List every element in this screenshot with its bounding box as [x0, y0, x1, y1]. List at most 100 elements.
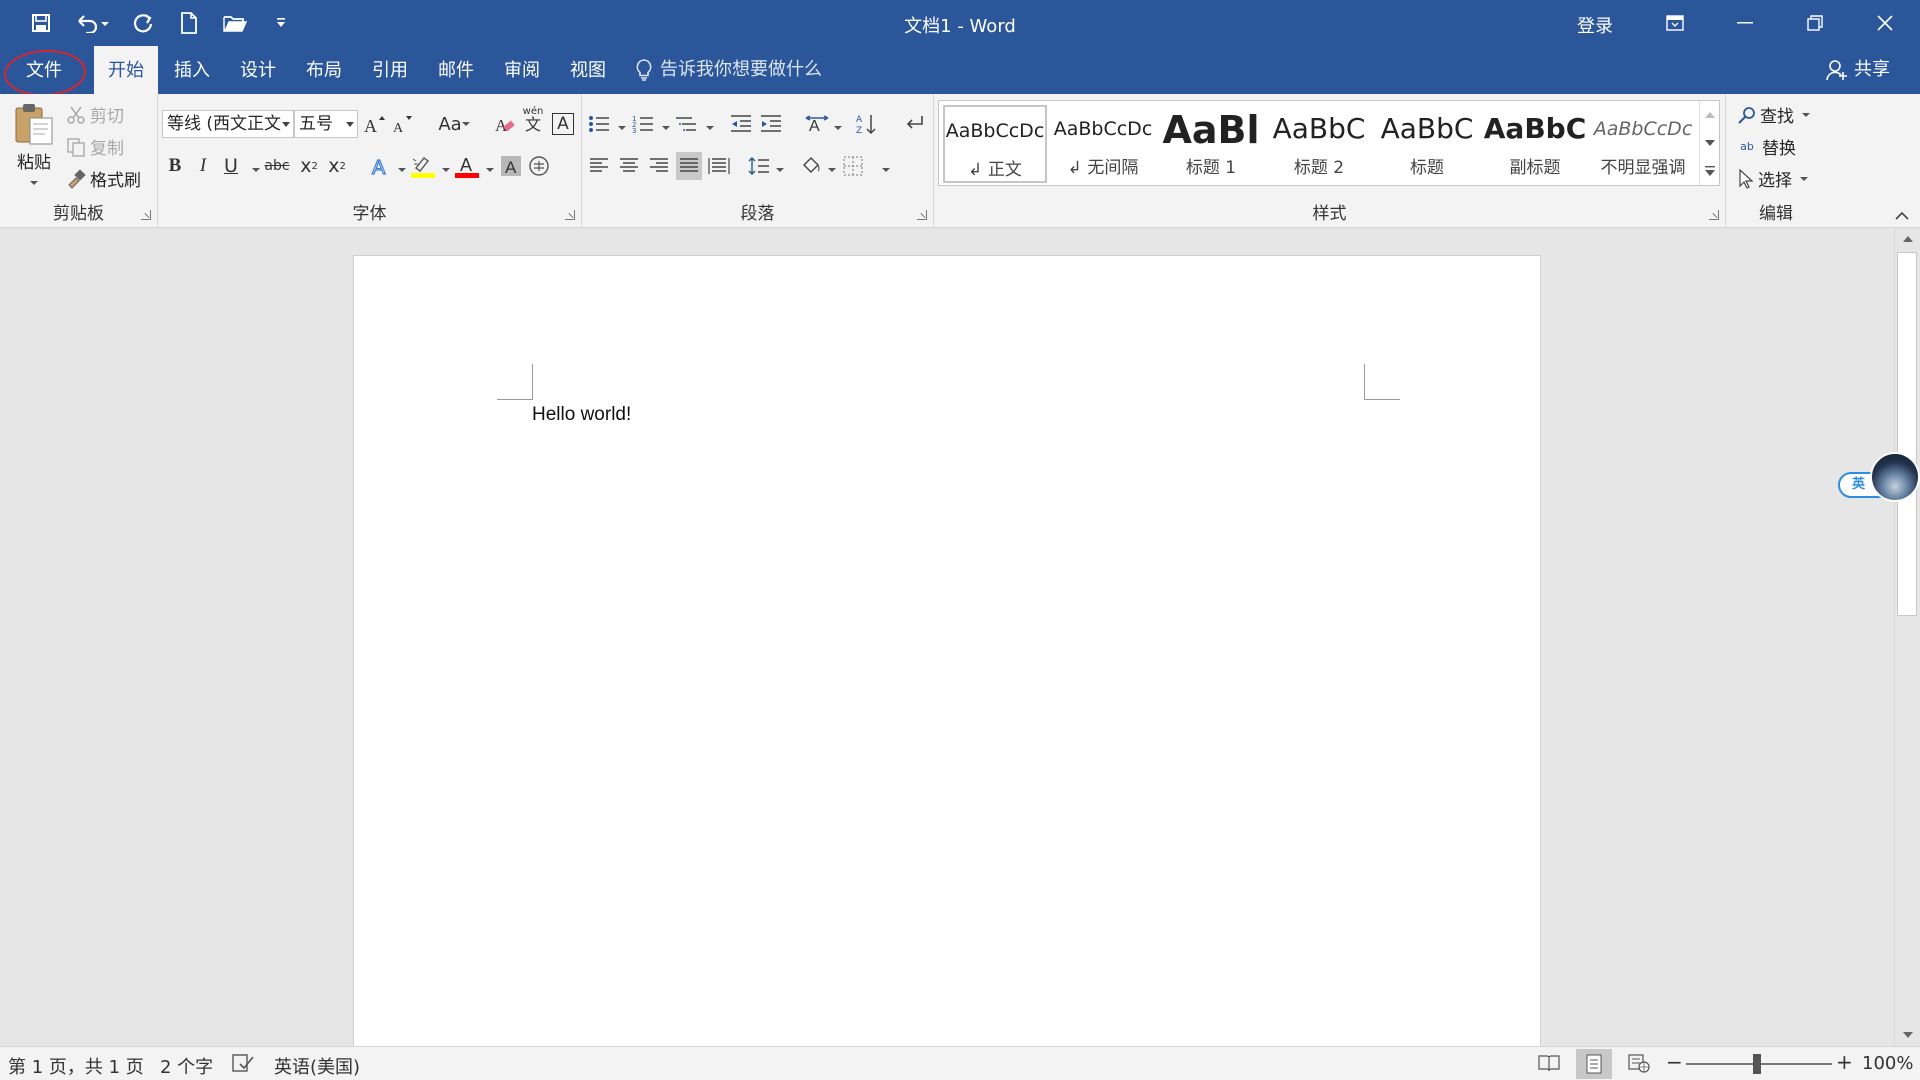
- tab-design[interactable]: 设计: [234, 46, 282, 94]
- zoom-level[interactable]: 100%: [1862, 1053, 1913, 1074]
- document-page[interactable]: Hello world!: [353, 255, 1541, 1055]
- multilevel-dropdown-icon[interactable]: [706, 126, 714, 130]
- tab-insert[interactable]: 插入: [168, 46, 216, 94]
- zoom-in-button[interactable]: +: [1836, 1050, 1853, 1074]
- vertical-scrollbar[interactable]: [1894, 228, 1920, 1046]
- zoom-out-button[interactable]: −: [1666, 1050, 1683, 1074]
- change-case-dropdown-icon[interactable]: [462, 122, 470, 126]
- align-center-icon[interactable]: [616, 152, 642, 180]
- italic-button[interactable]: I: [190, 152, 216, 180]
- style-title[interactable]: AaBbC 标题: [1375, 105, 1479, 183]
- bold-button[interactable]: B: [162, 152, 188, 180]
- gallery-more-icon[interactable]: [1700, 157, 1719, 185]
- collapse-ribbon-icon[interactable]: [1890, 206, 1914, 226]
- paragraph-dialog-launcher-icon[interactable]: [917, 210, 927, 220]
- new-document-icon[interactable]: [174, 10, 204, 36]
- font-size-dropdown-icon[interactable]: [346, 122, 354, 127]
- font-name-dropdown-icon[interactable]: [282, 122, 290, 127]
- line-spacing-dropdown-icon[interactable]: [776, 168, 784, 172]
- login-link[interactable]: 登录: [1577, 12, 1613, 38]
- print-layout-icon[interactable]: [1576, 1049, 1612, 1079]
- minimize-icon[interactable]: [1710, 0, 1780, 46]
- style-normal[interactable]: AaBbCcDc ↲ 正文: [943, 105, 1047, 183]
- shading-icon[interactable]: [798, 152, 824, 180]
- proofing-icon[interactable]: [232, 1054, 254, 1074]
- gallery-up-icon[interactable]: [1700, 101, 1719, 129]
- show-hide-marks-icon[interactable]: [900, 110, 926, 138]
- align-left-icon[interactable]: [586, 152, 612, 180]
- select-button[interactable]: 选择: [1738, 166, 1808, 191]
- decrease-indent-icon[interactable]: [728, 110, 754, 138]
- bullets-icon[interactable]: [586, 110, 612, 138]
- underline-button[interactable]: U: [218, 152, 244, 180]
- line-spacing-icon[interactable]: [746, 152, 772, 180]
- ime-floating-widget[interactable]: 英: [1838, 452, 1920, 502]
- word-count[interactable]: 2 个字: [160, 1053, 213, 1079]
- strikethrough-button[interactable]: abc: [264, 152, 290, 180]
- web-layout-icon[interactable]: [1628, 1053, 1650, 1073]
- redo-icon[interactable]: [128, 10, 158, 36]
- style-subtitle[interactable]: AaBbC 副标题: [1483, 105, 1587, 183]
- find-button[interactable]: 查找: [1738, 102, 1810, 127]
- borders-dropdown-icon[interactable]: [882, 168, 890, 172]
- document-body-text[interactable]: Hello world!: [532, 404, 631, 426]
- format-painter-button[interactable]: 格式刷: [66, 166, 141, 191]
- sort-icon[interactable]: AZ: [854, 110, 880, 138]
- tab-references[interactable]: 引用: [366, 46, 414, 94]
- numbering-dropdown-icon[interactable]: [662, 126, 670, 130]
- numbering-icon[interactable]: 123: [630, 110, 656, 138]
- multilevel-list-icon[interactable]: [674, 110, 700, 138]
- gallery-down-icon[interactable]: [1700, 129, 1719, 157]
- tab-file[interactable]: 文件: [8, 46, 80, 94]
- customize-qat-icon[interactable]: [266, 10, 296, 36]
- styles-dialog-launcher-icon[interactable]: [1709, 210, 1719, 220]
- tab-layout[interactable]: 布局: [300, 46, 348, 94]
- tab-review[interactable]: 审阅: [498, 46, 546, 94]
- enclose-characters-icon[interactable]: [526, 152, 552, 180]
- style-subtle-emphasis[interactable]: AaBbCcDc 不明显强调: [1591, 105, 1695, 183]
- character-shading-icon[interactable]: A: [498, 152, 524, 180]
- find-dropdown-icon[interactable]: [1802, 112, 1810, 117]
- phonetic-guide-button[interactable]: wén 文: [520, 106, 546, 134]
- select-dropdown-icon[interactable]: [1800, 176, 1808, 181]
- increase-indent-icon[interactable]: [758, 110, 784, 138]
- asian-layout-icon[interactable]: A: [804, 110, 830, 138]
- subscript-button[interactable]: x2: [296, 152, 322, 180]
- character-border-button[interactable]: A: [550, 110, 576, 138]
- language-indicator[interactable]: 英语(美国): [274, 1053, 360, 1079]
- replace-button[interactable]: ab 替换: [1736, 134, 1796, 159]
- font-color-dropdown-icon[interactable]: [486, 168, 494, 172]
- shrink-font-icon[interactable]: A: [390, 110, 416, 138]
- scroll-down-icon[interactable]: [1895, 1024, 1920, 1046]
- style-no-spacing[interactable]: AaBbCcDc ↲ 无间隔: [1051, 105, 1155, 183]
- scroll-thumb[interactable]: [1897, 252, 1917, 616]
- text-effects-icon[interactable]: A: [368, 152, 394, 180]
- scroll-up-icon[interactable]: [1895, 228, 1920, 250]
- underline-dropdown-icon[interactable]: [252, 168, 260, 172]
- align-right-icon[interactable]: [646, 152, 672, 180]
- distributed-icon[interactable]: [706, 152, 732, 180]
- read-mode-icon[interactable]: [1538, 1053, 1560, 1073]
- font-color-icon[interactable]: A: [454, 152, 480, 180]
- superscript-button[interactable]: x2: [324, 152, 350, 180]
- justify-icon[interactable]: [676, 152, 702, 180]
- font-name-combo[interactable]: 等线 (西文正文: [162, 110, 294, 138]
- page-count[interactable]: 第 1 页，共 1 页: [8, 1053, 144, 1079]
- style-heading-2[interactable]: AaBbC 标题 2: [1267, 105, 1371, 183]
- save-icon[interactable]: [26, 10, 56, 36]
- clipboard-dialog-launcher-icon[interactable]: [141, 210, 151, 220]
- clear-formatting-icon[interactable]: A: [492, 110, 518, 138]
- paste-button[interactable]: 粘贴: [8, 102, 60, 185]
- copy-button[interactable]: 复制: [66, 134, 124, 159]
- highlight-color-icon[interactable]: [410, 152, 436, 180]
- ribbon-display-options-icon[interactable]: [1640, 0, 1710, 46]
- zoom-slider-thumb[interactable]: [1753, 1054, 1761, 1074]
- close-icon[interactable]: [1850, 0, 1920, 46]
- cut-button[interactable]: 剪切: [66, 102, 124, 127]
- text-effects-dropdown-icon[interactable]: [398, 168, 406, 172]
- style-heading-1[interactable]: AaBl 标题 1: [1159, 105, 1263, 183]
- paste-dropdown-icon[interactable]: [30, 181, 38, 185]
- ime-avatar[interactable]: [1870, 452, 1920, 502]
- open-folder-icon[interactable]: [220, 10, 250, 36]
- undo-icon[interactable]: [72, 10, 112, 36]
